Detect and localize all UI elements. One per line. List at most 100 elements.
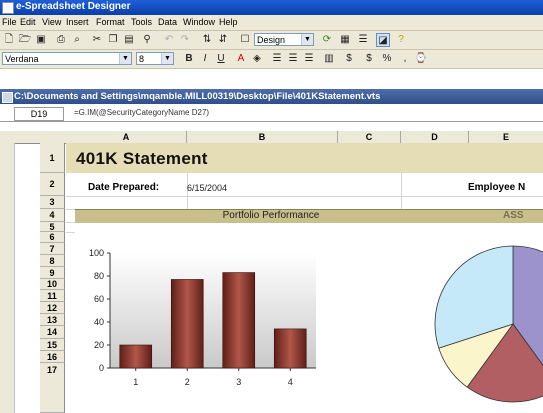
currency-icon[interactable]: $ bbox=[342, 52, 356, 66]
menu-edit[interactable]: Edit bbox=[20, 17, 36, 27]
x-tick-label: 4 bbox=[288, 377, 293, 387]
menu-bar: File Edit View Insert Format Tools Data … bbox=[0, 15, 543, 31]
decimal-icon[interactable]: ⌚ bbox=[414, 52, 428, 66]
style-icon[interactable]: ☐ bbox=[238, 33, 252, 47]
app-icon bbox=[2, 2, 14, 14]
menu-data[interactable]: Data bbox=[158, 17, 177, 27]
bold-icon[interactable]: B bbox=[182, 52, 196, 66]
row-header-14[interactable]: 14 bbox=[40, 326, 65, 339]
new-icon[interactable]: 🗋 bbox=[2, 33, 16, 47]
document-title: C:\Documents and Settings\mqamble.MILL00… bbox=[14, 91, 381, 102]
menu-format[interactable]: Format bbox=[96, 17, 125, 27]
comma-icon[interactable]: , bbox=[398, 52, 412, 66]
row-header-11[interactable]: 11 bbox=[40, 290, 65, 302]
sort-ascending-icon[interactable]: ⇅ bbox=[200, 33, 214, 47]
save-icon[interactable]: ▣ bbox=[34, 33, 48, 47]
y-tick-label: 40 bbox=[94, 317, 104, 327]
document-icon bbox=[2, 92, 13, 103]
menu-help[interactable]: Help bbox=[219, 17, 238, 27]
style-combo-value: Design bbox=[257, 35, 286, 45]
window-title: e-Spreadsheet Designer bbox=[16, 1, 131, 12]
report-icon[interactable]: ▦ bbox=[338, 33, 352, 47]
column-header-a[interactable]: A bbox=[66, 131, 187, 143]
y-tick-label: 80 bbox=[94, 271, 104, 281]
paste-icon[interactable]: ▤ bbox=[122, 33, 136, 47]
row-header-12[interactable]: 12 bbox=[40, 302, 65, 314]
window-titlebar[interactable]: e-Spreadsheet Designer bbox=[0, 0, 543, 15]
font-combo-value: Verdana bbox=[5, 54, 39, 64]
font-color-icon[interactable]: A bbox=[234, 52, 248, 66]
size-combo[interactable]: 8 ▼ bbox=[136, 52, 174, 65]
redo-icon[interactable]: ↷ bbox=[178, 33, 192, 47]
row-header-4[interactable]: 4 bbox=[40, 209, 65, 222]
cut-icon[interactable]: ✂ bbox=[90, 33, 104, 47]
align-left-icon[interactable]: ☰ bbox=[270, 52, 284, 66]
row-header-15[interactable]: 15 bbox=[40, 339, 65, 351]
y-tick-label: 0 bbox=[99, 363, 104, 373]
chevron-down-icon[interactable]: ▼ bbox=[119, 53, 131, 64]
bar-1 bbox=[119, 344, 153, 369]
row-header-5[interactable]: 5 bbox=[40, 222, 65, 232]
merge-cells-icon[interactable]: ▥ bbox=[322, 52, 336, 66]
column-header-c[interactable]: C bbox=[338, 131, 401, 143]
row-header-6[interactable]: 6 bbox=[40, 232, 65, 243]
document-titlebar[interactable]: C:\Documents and Settings\mqamble.MILL00… bbox=[0, 89, 543, 104]
formula-bar: D19 =G.IM(@SecurityCategoryName D27) bbox=[0, 106, 543, 122]
x-tick-label: 3 bbox=[236, 377, 241, 387]
list-icon[interactable]: ☰ bbox=[356, 33, 370, 47]
fill-color-icon[interactable]: ◈ bbox=[250, 52, 264, 66]
chevron-down-icon[interactable]: ▼ bbox=[301, 34, 313, 45]
outline-gutter bbox=[0, 143, 15, 413]
y-tick-label: 60 bbox=[94, 294, 104, 304]
row-header-8[interactable]: 8 bbox=[40, 255, 65, 267]
italic-icon[interactable]: I bbox=[198, 52, 212, 66]
bar-2 bbox=[170, 279, 204, 369]
copy-icon[interactable]: ❐ bbox=[106, 33, 120, 47]
format-painter-icon[interactable]: ⚲ bbox=[140, 33, 154, 47]
row-header-9[interactable]: 9 bbox=[40, 267, 65, 279]
menu-view[interactable]: View bbox=[42, 17, 61, 27]
menu-window[interactable]: Window bbox=[183, 17, 215, 27]
row-header-13[interactable]: 13 bbox=[40, 314, 65, 326]
column-header-b[interactable]: B bbox=[187, 131, 338, 143]
font-combo[interactable]: Verdana ▼ bbox=[2, 52, 132, 65]
menu-file[interactable]: File bbox=[2, 17, 17, 27]
find-icon[interactable]: ⌕ bbox=[70, 33, 84, 47]
formula-input[interactable]: =G.IM(@SecurityCategoryName D27) bbox=[74, 108, 209, 117]
row-headers: 1 2 3 4 5 6 7 8 9 10 11 12 13 14 15 16 1… bbox=[0, 143, 66, 413]
refresh-icon[interactable]: ⟳ bbox=[320, 33, 334, 47]
y-tick-label: 20 bbox=[94, 340, 104, 350]
open-icon[interactable]: 🗁 bbox=[18, 33, 32, 47]
align-center-icon[interactable]: ☰ bbox=[286, 52, 300, 66]
row-header-2[interactable]: 2 bbox=[40, 173, 65, 196]
sort-descending-icon[interactable]: ⇵ bbox=[216, 33, 230, 47]
undo-icon[interactable]: ↶ bbox=[162, 33, 176, 47]
portfolio-bar-chart: 0 20 40 60 80 100 1 2 3 4 bbox=[89, 248, 316, 387]
help-icon[interactable]: ? bbox=[394, 33, 408, 47]
dollar-icon[interactable]: $ bbox=[362, 52, 376, 66]
x-tick-label: 2 bbox=[185, 377, 190, 387]
charts-canvas: 0 20 40 60 80 100 1 2 3 4 bbox=[89, 245, 543, 403]
row-header-16[interactable]: 16 bbox=[40, 351, 65, 363]
menu-tools[interactable]: Tools bbox=[131, 17, 152, 27]
design-mode-icon[interactable]: ◪ bbox=[376, 33, 390, 47]
formatting-toolbar: Verdana ▼ 8 ▼ B I U A ◈ ☰ ☰ ☰ ▥ $ $ % , … bbox=[0, 50, 543, 69]
percent-icon[interactable]: % bbox=[380, 52, 394, 66]
row-header-7[interactable]: 7 bbox=[40, 243, 65, 255]
column-header-e[interactable]: E bbox=[469, 131, 543, 143]
style-combo[interactable]: Design ▼ bbox=[254, 33, 314, 46]
align-right-icon[interactable]: ☰ bbox=[302, 52, 316, 66]
row-header-10[interactable]: 10 bbox=[40, 279, 65, 290]
print-icon[interactable]: ⎙ bbox=[54, 33, 68, 47]
column-header-d[interactable]: D bbox=[401, 131, 469, 143]
cell-name-box[interactable]: D19 bbox=[14, 107, 64, 121]
menu-insert[interactable]: Insert bbox=[66, 17, 89, 27]
x-tick-label: 1 bbox=[133, 377, 138, 387]
spreadsheet-grid[interactable]: 401K Statement Date Prepared: 6/15/2004 … bbox=[66, 143, 543, 413]
underline-icon[interactable]: U bbox=[214, 52, 228, 66]
chevron-down-icon[interactable]: ▼ bbox=[161, 53, 173, 64]
row-header-3[interactable]: 3 bbox=[40, 196, 65, 209]
row-header-1[interactable]: 1 bbox=[40, 143, 65, 173]
row-header-17[interactable]: 17 bbox=[40, 363, 65, 413]
y-tick-label: 100 bbox=[89, 248, 104, 258]
